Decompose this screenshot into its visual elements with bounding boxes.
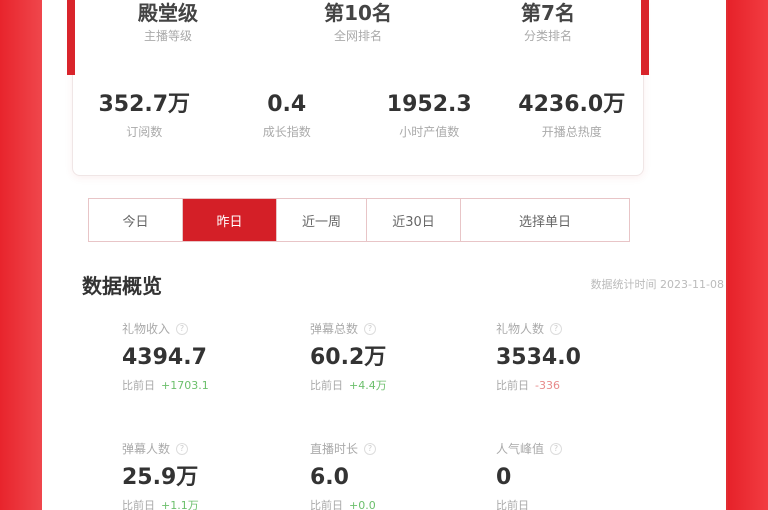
stat-value: 4236.0万 (518, 92, 626, 117)
metric-gift-income: 礼物收入? 4394.7 比前日 +1703.1 (122, 320, 292, 393)
metric-value: 4394.7 (122, 345, 207, 370)
compare-label: 比前日 (496, 499, 529, 510)
compare-label: 比前日 (496, 379, 529, 392)
stat-label: 成长指数 (262, 125, 311, 139)
stat-value: 0.4 (267, 92, 307, 117)
metric-label: 礼物人数 (496, 322, 545, 336)
right-background (728, 0, 768, 510)
tab-today[interactable]: 今日 (89, 199, 183, 241)
delta-value: +1703.1 (161, 379, 209, 392)
metric-danmaku-total: 弹幕总数? 60.2万 比前日 +4.4万 (310, 320, 480, 393)
metric-value: 3534.0 (496, 345, 581, 370)
metric-live-duration: 直播时长? 6.0 比前日 +0.0 (310, 440, 480, 510)
info-icon[interactable]: ? (550, 322, 563, 335)
tab-select-day[interactable]: 选择单日 (461, 199, 629, 241)
metric-label: 弹幕人数 (122, 442, 171, 456)
tab-last-week[interactable]: 近一周 (277, 199, 367, 241)
info-icon[interactable]: ? (364, 322, 377, 335)
info-icon[interactable]: ? (176, 322, 189, 335)
rank-category: 第7名 分类排名 (454, 1, 642, 44)
metric-value: 0 (496, 465, 512, 490)
info-icon[interactable]: ? (364, 442, 377, 455)
stat-label: 开播总热度 (541, 125, 602, 139)
rank-value: 第10名 (324, 1, 392, 25)
metric-value: 6.0 (310, 465, 349, 490)
metric-value: 25.9万 (122, 465, 199, 490)
metric-label: 礼物收入 (122, 322, 171, 336)
metric-compare: 比前日 +0.0 (310, 497, 480, 510)
rank-card: 殿堂级 主播等级 第10名 全网排名 第7名 分类排名 352.7万 订阅数 0… (67, 0, 649, 176)
metric-compare: 比前日 +4.4万 (310, 377, 480, 393)
metric-gift-users: 礼物人数? 3534.0 比前日 -336 (496, 320, 666, 393)
metric-value: 60.2万 (310, 345, 387, 370)
stat-growth: 0.4 成长指数 (216, 91, 359, 140)
delta-value: +1.1万 (161, 499, 199, 510)
stat-value: 352.7万 (98, 92, 191, 117)
metric-compare: 比前日 -336 (496, 377, 666, 393)
delta-value: +0.0 (349, 499, 376, 510)
delta-value: +4.4万 (349, 379, 387, 392)
date-tabs: 今日 昨日 近一周 近30日 选择单日 (88, 198, 630, 242)
metric-compare: 比前日 +1.1万 (122, 497, 292, 510)
metric-peak-popularity: 人气峰值? 0 比前日 (496, 440, 666, 510)
overview-updated-time: 数据统计时间 2023-11-08 (590, 278, 724, 291)
tab-yesterday[interactable]: 昨日 (183, 199, 277, 241)
stat-hourly-output: 1952.3 小时产值数 (358, 91, 501, 140)
tab-last-30-days[interactable]: 近30日 (367, 199, 461, 241)
compare-label: 比前日 (122, 499, 155, 510)
metric-compare: 比前日 +1703.1 (122, 377, 292, 393)
metric-label: 人气峰值 (496, 442, 545, 456)
stats-row: 352.7万 订阅数 0.4 成长指数 1952.3 小时产值数 4236.0万… (73, 91, 643, 140)
rank-value: 殿堂级 (138, 1, 198, 25)
rank-label: 分类排名 (523, 29, 572, 43)
rank-level: 殿堂级 主播等级 (74, 1, 262, 44)
stat-total-heat: 4236.0万 开播总热度 (501, 91, 644, 140)
metric-compare: 比前日 (496, 497, 666, 510)
rank-overall: 第10名 全网排名 (264, 1, 452, 44)
rank-label: 主播等级 (143, 29, 192, 43)
compare-label: 比前日 (310, 379, 343, 392)
stat-value: 1952.3 (386, 92, 472, 117)
rank-value: 第7名 (521, 1, 575, 25)
stat-label: 小时产值数 (399, 125, 460, 139)
info-icon[interactable]: ? (550, 442, 563, 455)
overview-title: 数据概览 (82, 274, 162, 298)
stat-subscribers: 352.7万 订阅数 (73, 91, 216, 140)
rank-row: 殿堂级 主播等级 第10名 全网排名 第7名 分类排名 (73, 1, 643, 47)
compare-label: 比前日 (122, 379, 155, 392)
metric-label: 直播时长 (310, 442, 359, 456)
compare-label: 比前日 (310, 499, 343, 510)
metric-label: 弹幕总数 (310, 322, 359, 336)
delta-value: -336 (535, 379, 560, 392)
rank-label: 全网排名 (333, 29, 382, 43)
info-icon[interactable]: ? (176, 442, 189, 455)
stat-label: 订阅数 (126, 125, 163, 139)
metric-danmaku-users: 弹幕人数? 25.9万 比前日 +1.1万 (122, 440, 292, 510)
